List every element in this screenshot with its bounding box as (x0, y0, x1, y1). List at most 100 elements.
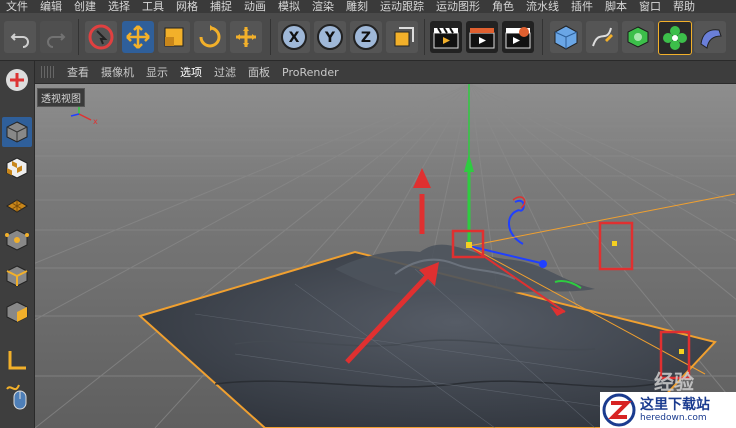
viewport-title[interactable]: 透视视图 (37, 88, 85, 107)
redo-button[interactable] (40, 21, 72, 53)
viewport-menu-options[interactable]: 选项 (174, 64, 208, 80)
svg-text:Z: Z (361, 30, 371, 46)
center-point[interactable] (466, 242, 472, 248)
make-editable-button[interactable] (2, 65, 32, 95)
y-axis-icon: Y (317, 24, 343, 50)
coordinate-system-icon (394, 27, 414, 47)
enable-axis-button[interactable] (2, 345, 32, 375)
deformer-button[interactable] (694, 21, 726, 53)
scale-tool-button[interactable] (158, 21, 190, 53)
cube-icon (554, 25, 578, 50)
coordinate-system-button[interactable] (386, 21, 418, 53)
subdivision-surface-button[interactable] (622, 21, 654, 53)
workplane-grid-icon (6, 199, 28, 213)
select-tool-button[interactable] (85, 21, 117, 53)
bend-deformer-icon (700, 29, 722, 49)
workplane-mode-button[interactable] (2, 189, 32, 219)
menu-simulate[interactable]: 模拟 (272, 0, 306, 13)
tweak-mode-button[interactable] (2, 381, 32, 411)
viewport-menu-bar: 查看 摄像机 显示 选项 过滤 面板 ProRender (35, 61, 736, 83)
menu-file[interactable]: 文件 (0, 0, 34, 13)
checker-texture-icon (6, 157, 28, 179)
y-axis-lock-button[interactable]: Y (314, 21, 346, 53)
site-watermark: 这里下载站 heredown.com (600, 392, 736, 428)
toolbar-separator (424, 19, 425, 55)
menu-tools[interactable]: 工具 (136, 0, 170, 13)
cube-object-button[interactable] (550, 21, 582, 53)
mouse-icon (6, 384, 27, 410)
undo-button[interactable] (4, 21, 36, 53)
pen-spline-button[interactable] (586, 21, 618, 53)
move-icon (126, 25, 150, 49)
z-axis-lock-button[interactable]: Z (350, 21, 382, 53)
cloner-icon (663, 26, 687, 50)
subdivision-icon (627, 26, 649, 48)
perspective-viewport[interactable]: x 透视视图 (35, 84, 736, 428)
menu-mograph[interactable]: 运动图形 (430, 0, 486, 13)
left-toolbar (0, 61, 35, 428)
points-mode-button[interactable] (2, 225, 32, 255)
viewport-menu-view[interactable]: 查看 (61, 64, 95, 80)
main-toolbar: X Y Z (0, 13, 736, 61)
pen-icon (592, 27, 613, 47)
toolbar-separator (78, 19, 79, 55)
viewport-menu-filter[interactable]: 过滤 (208, 64, 242, 80)
overlay-watermark-text: 经验 (654, 370, 694, 394)
menu-snap[interactable]: 捕捉 (204, 0, 238, 13)
menu-animate[interactable]: 动画 (238, 0, 272, 13)
svg-text:Y: Y (324, 30, 336, 46)
toolbar-separator (542, 19, 543, 55)
site-logo-icon (602, 393, 636, 427)
x-axis-lock-button[interactable]: X (278, 21, 310, 53)
viewport-scene: x (35, 84, 736, 428)
menu-script[interactable]: 脚本 (599, 0, 633, 13)
watermark-subtitle: heredown.com (640, 412, 707, 423)
menu-mesh[interactable]: 网格 (170, 0, 204, 13)
viewport-menu-panel[interactable]: 面板 (242, 64, 276, 80)
polygons-mode-icon (6, 301, 28, 323)
menu-bar: 文件 编辑 创建 选择 工具 网格 捕捉 动画 模拟 渲染 雕刻 运动跟踪 运动… (0, 0, 736, 13)
menu-sculpt[interactable]: 雕刻 (340, 0, 374, 13)
toolbar-separator (270, 19, 271, 55)
svg-text:x: x (93, 117, 98, 126)
polygons-mode-button[interactable] (2, 297, 32, 327)
menu-edit[interactable]: 编辑 (34, 0, 68, 13)
menu-motion-tracking[interactable]: 运动跟踪 (374, 0, 430, 13)
rotate-icon (199, 25, 221, 48)
transform-tool-button[interactable] (230, 21, 262, 53)
clapboard-settings-icon (505, 27, 531, 49)
scale-icon (164, 27, 184, 47)
points-mode-icon (5, 229, 29, 251)
grip-handle[interactable] (41, 66, 55, 78)
redo-icon (47, 33, 66, 48)
viewport-menu-display[interactable]: 显示 (140, 64, 174, 80)
menu-help[interactable]: 帮助 (667, 0, 701, 13)
z-axis-icon: Z (353, 24, 379, 50)
render-settings-button[interactable] (502, 21, 534, 53)
menu-plugins[interactable]: 插件 (565, 0, 599, 13)
viewport-menu-prorender[interactable]: ProRender (276, 66, 345, 79)
render-view-button[interactable] (430, 21, 462, 53)
texture-mode-button[interactable] (2, 153, 32, 183)
watermark-title: 这里下载站 (640, 396, 710, 413)
menu-window[interactable]: 窗口 (633, 0, 667, 13)
edges-mode-button[interactable] (2, 261, 32, 291)
right-point[interactable] (612, 241, 617, 246)
model-mode-button[interactable] (2, 117, 32, 147)
front-point[interactable] (679, 349, 684, 354)
menu-render[interactable]: 渲染 (306, 0, 340, 13)
menu-pipeline[interactable]: 流水线 (520, 0, 565, 13)
clapboard-icon (433, 27, 459, 49)
menu-character[interactable]: 角色 (486, 0, 520, 13)
rotate-tool-button[interactable] (194, 21, 226, 53)
cloner-button[interactable] (658, 21, 692, 55)
axis-icon (8, 351, 26, 370)
menu-select[interactable]: 选择 (102, 0, 136, 13)
model-mode-icon (6, 121, 28, 143)
render-picture-viewer-button[interactable] (466, 21, 498, 53)
make-editable-icon (6, 69, 28, 91)
move-tool-button[interactable] (122, 21, 154, 53)
menu-create[interactable]: 创建 (68, 0, 102, 13)
viewport-menu-cameras[interactable]: 摄像机 (95, 64, 140, 80)
z-axis-handle[interactable] (539, 260, 547, 268)
